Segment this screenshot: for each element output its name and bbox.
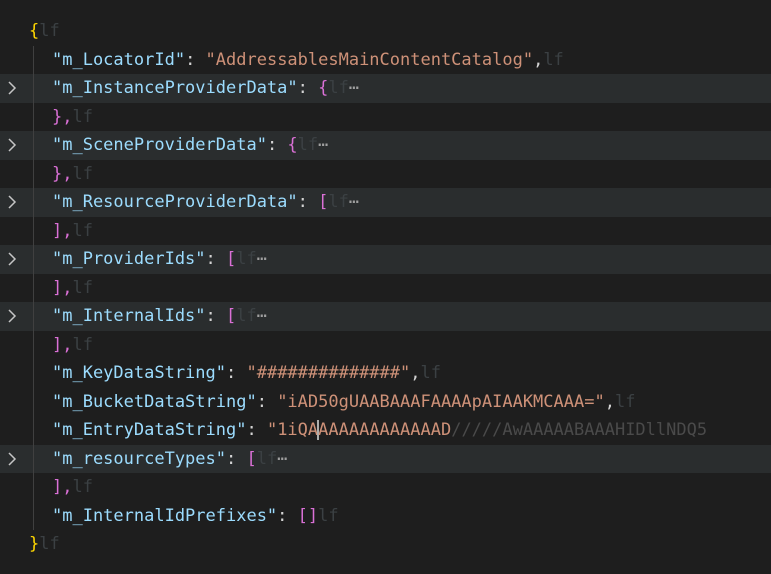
folded-ellipsis-icon[interactable]: ⋯ (349, 192, 359, 212)
code-line-instance-provider-data[interactable]: "m_InstanceProviderData": {lf⋯ (0, 74, 771, 103)
eol-marker: lf (236, 249, 257, 269)
json-key: "m_resourceTypes" (52, 448, 226, 469)
chevron-right-icon[interactable] (4, 188, 20, 217)
json-string-value: "##############" (246, 363, 411, 383)
json-string-value-start: "1iQA (266, 420, 319, 440)
open-bracket: [ (318, 192, 329, 212)
json-key: "m_InternalIdPrefixes" (52, 505, 278, 526)
json-key: "m_InstanceProviderData" (52, 78, 298, 98)
eol-marker: lf (39, 534, 60, 554)
eol-marker: lf (72, 334, 93, 355)
json-key: "m_EntryDataString" (52, 420, 247, 440)
code-line-resource-provider-data[interactable]: "m_ResourceProviderData": [lf⋯ (0, 188, 771, 217)
code-editor[interactable]: {lf "m_LocatorId": "AddressablesMainCont… (0, 0, 771, 574)
chevron-right-icon[interactable] (4, 245, 20, 274)
eol-marker: lf (236, 306, 257, 326)
eol-marker: lf (72, 163, 93, 184)
json-string-value: "iAD50gUAABAAAFAAAApAIAAKMCAAA=" (277, 391, 605, 412)
open-bracket: [ (226, 249, 237, 269)
code-line-key-data-string[interactable]: "m_KeyDataString": "##############",lf (0, 359, 771, 388)
folded-ellipsis-icon[interactable]: ⋯ (318, 135, 328, 155)
chevron-right-icon[interactable] (4, 74, 20, 103)
json-key: "m_ProviderIds" (52, 249, 206, 269)
eol-marker: lf (297, 135, 319, 155)
code-line-bucket-data-string[interactable]: "m_BucketDataString": "iAD50gUAABAAAFAAA… (0, 387, 771, 416)
code-line-entry-data-string[interactable]: "m_EntryDataString": "1iQAAAAAAAAAAAAAD/… (0, 416, 771, 445)
code-line-provider-ids[interactable]: "m_ProviderIds": [lf⋯ (0, 245, 771, 274)
code-line-close[interactable]: },lf (0, 102, 771, 131)
json-string-value-mid: AAAAAAAAAAAAD (318, 420, 452, 440)
open-brace: { (287, 135, 298, 155)
eol-marker: lf (543, 49, 564, 70)
code-line-root-open[interactable]: {lf (0, 17, 771, 46)
open-brace: { (318, 78, 329, 98)
folded-ellipsis-icon[interactable]: ⋯ (257, 249, 267, 269)
eol-marker: lf (72, 277, 93, 298)
close-bracket: ], (52, 334, 73, 355)
json-string-value-overflow: /////AwAAAAABAAAHIDllNDQ5 (451, 420, 708, 440)
folded-ellipsis-icon[interactable]: ⋯ (257, 306, 267, 326)
folded-ellipsis-icon[interactable]: ⋯ (349, 78, 359, 98)
json-key: "m_SceneProviderData" (52, 135, 267, 155)
code-line-internal-ids[interactable]: "m_InternalIds": [lf⋯ (0, 302, 771, 331)
close-bracket: ], (52, 220, 73, 241)
eol-marker: lf (72, 220, 93, 241)
json-string-value: "AddressablesMainContentCatalog" (205, 49, 534, 70)
eol-marker: lf (72, 106, 93, 127)
eol-marker: lf (328, 192, 349, 212)
empty-array: [] (297, 505, 319, 526)
json-key: "m_KeyDataString" (52, 363, 226, 383)
code-line-close[interactable]: ],lf (0, 473, 771, 502)
code-line-close[interactable]: ],lf (0, 273, 771, 302)
json-key: "m_LocatorId" (52, 49, 186, 70)
eol-marker: lf (318, 505, 339, 526)
code-line-locator-id[interactable]: "m_LocatorId": "AddressablesMainContentC… (0, 45, 771, 74)
open-bracket: [ (226, 306, 237, 326)
code-line-close[interactable]: ],lf (0, 216, 771, 245)
eol-marker: lf (614, 391, 636, 412)
json-key: "m_BucketDataString" (52, 391, 257, 412)
code-line-resource-types[interactable]: "m_resourceTypes": [lf⋯ (0, 444, 771, 474)
code-line-root-close[interactable]: }lf (0, 530, 771, 559)
eol-marker: lf (420, 363, 441, 383)
chevron-right-icon[interactable] (4, 131, 20, 160)
eol-marker: lf (72, 477, 93, 497)
chevron-right-icon[interactable] (4, 302, 20, 331)
eol-marker: lf (328, 78, 349, 98)
json-key: "m_InternalIds" (52, 306, 206, 326)
close-brace: }, (52, 106, 73, 127)
code-line-close[interactable]: ],lf (0, 330, 771, 359)
close-bracket: ], (52, 277, 73, 298)
code-line-scene-provider-data[interactable]: "m_SceneProviderData": {lf⋯ (0, 131, 771, 160)
code-line-internal-id-prefixes[interactable]: "m_InternalIdPrefixes": []lf (0, 501, 771, 530)
chevron-right-icon[interactable] (4, 445, 20, 474)
close-brace: }, (52, 163, 73, 184)
open-bracket: [ (246, 448, 257, 469)
close-bracket: ], (52, 477, 73, 497)
root-close-brace: } (29, 534, 40, 554)
folded-ellipsis-icon[interactable]: ⋯ (277, 449, 287, 469)
eol-marker: lf (256, 448, 278, 469)
code-line-close[interactable]: },lf (0, 159, 771, 188)
json-key: "m_ResourceProviderData" (52, 192, 298, 212)
root-open-brace: { (29, 21, 40, 41)
eol-marker: lf (39, 21, 60, 41)
